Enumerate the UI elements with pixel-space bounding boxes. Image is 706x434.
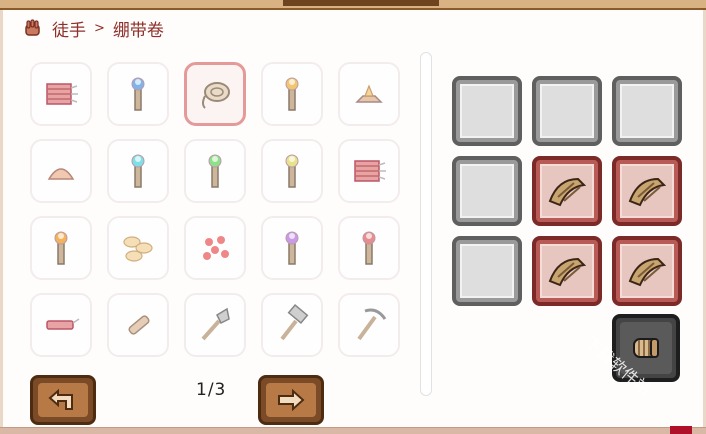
recipe-slot[interactable] — [184, 293, 246, 357]
campfire-icon — [355, 84, 383, 103]
dough-pile-icon — [47, 168, 75, 180]
red-torch-icon — [362, 231, 376, 265]
bandage-icon — [628, 177, 667, 207]
bandage-roll-icon — [633, 338, 659, 358]
bandage-icon — [548, 257, 587, 287]
recipe-slot[interactable] — [30, 216, 92, 280]
recipe-slot[interactable] — [338, 293, 400, 357]
crafting-slot[interactable] — [452, 156, 522, 226]
prev-page-button[interactable] — [30, 375, 96, 425]
bandage-icon — [548, 177, 587, 207]
green-torch-icon — [208, 154, 222, 188]
red-dynamite-bundle-icon — [354, 160, 386, 182]
recipe-slot[interactable] — [107, 139, 169, 203]
bandage-icon — [628, 257, 667, 287]
red-stick-dynamite-icon — [46, 318, 80, 330]
recipe-slot[interactable] — [184, 216, 246, 280]
recipe-slot[interactable] — [107, 216, 169, 280]
corner-marker — [670, 426, 692, 434]
breadcrumb-root[interactable]: 徒手 — [52, 16, 86, 41]
recipe-slot[interactable] — [30, 293, 92, 357]
purple-torch-icon — [285, 231, 299, 265]
hand-icon — [22, 17, 44, 39]
blue-torch-icon — [131, 77, 145, 111]
page-indicator: 1/3 — [196, 380, 227, 400]
recipe-slot[interactable] — [338, 139, 400, 203]
crafting-slot[interactable] — [612, 76, 682, 146]
wood-stick-icon — [128, 315, 150, 335]
torch-icon — [285, 77, 299, 111]
breadcrumb-current: 绷带卷 — [112, 20, 164, 41]
recipe-slot[interactable] — [261, 62, 323, 126]
crafting-slot[interactable] — [452, 236, 522, 306]
dynamite-bundle-icon — [46, 83, 78, 105]
cyan-torch-icon — [131, 154, 145, 188]
flame-torch-icon — [54, 231, 68, 265]
crafting-slot[interactable] — [452, 76, 522, 146]
stone-hammer-icon — [280, 303, 309, 341]
bread-rolls-icon — [123, 236, 153, 262]
back-arrow-icon — [48, 388, 73, 410]
red-berries-icon — [203, 236, 229, 260]
recipe-slot[interactable] — [184, 62, 246, 126]
crafting-slot[interactable] — [612, 156, 682, 226]
yellow-torch-icon — [285, 154, 299, 188]
recipe-slot[interactable] — [261, 216, 323, 280]
right-arrow-icon — [278, 388, 305, 412]
crafting-slot[interactable] — [532, 236, 602, 306]
stone-pickaxe-icon — [357, 308, 387, 341]
recipe-slot[interactable] — [261, 293, 323, 357]
recipe-slot[interactable] — [338, 62, 400, 126]
next-page-button[interactable] — [258, 375, 324, 425]
recipe-slot[interactable] — [107, 293, 169, 357]
recipe-slot[interactable] — [338, 216, 400, 280]
crafting-slot[interactable] — [532, 156, 602, 226]
recipe-slot[interactable] — [107, 62, 169, 126]
rope-coil-icon — [202, 82, 230, 109]
recipe-slot[interactable] — [184, 139, 246, 203]
breadcrumb: 徒手 > 绷带卷 — [22, 15, 164, 41]
breadcrumb-separator: > — [94, 20, 105, 36]
crafting-slot[interactable] — [612, 236, 682, 306]
crafting-slot[interactable] — [532, 76, 602, 146]
recipe-slot[interactable] — [261, 139, 323, 203]
recipe-slot[interactable] — [30, 139, 92, 203]
recipe-slot[interactable] — [30, 62, 92, 126]
stone-shovel-icon — [201, 307, 230, 341]
top-bar — [0, 0, 706, 10]
recipe-scrollbar[interactable] — [420, 52, 432, 396]
